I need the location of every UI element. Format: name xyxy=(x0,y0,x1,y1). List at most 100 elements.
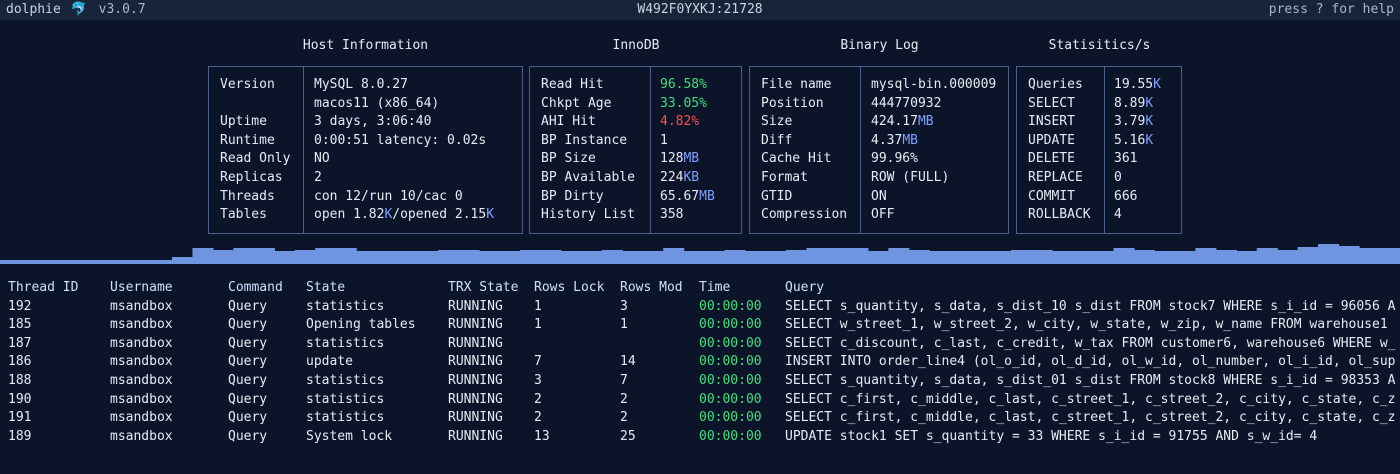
col-username[interactable]: Username xyxy=(110,280,173,295)
innodb-value: 96.58% xyxy=(660,77,707,92)
cell-id: 187 xyxy=(8,335,32,351)
cell-cmd: Query xyxy=(228,428,268,444)
graph-bar xyxy=(438,250,460,264)
graph-bar xyxy=(356,251,378,264)
stats-row: UPDATE 5.16K xyxy=(1017,133,1181,152)
stats-value: 8.89K xyxy=(1114,96,1153,111)
table-body: 192 msandbox Query statistics RUNNING 1 3 00:00… xyxy=(0,299,1400,448)
table-row[interactable]: 189 msandbox Query System lock RUNNING 13 25 00… xyxy=(0,429,1400,448)
innodb-unit: MB xyxy=(683,151,700,167)
table-row[interactable]: 186 msandbox Query update RUNNING 7 14 00:00:00… xyxy=(0,354,1400,373)
binlog-row: Compression OFF xyxy=(750,207,1008,226)
stats-value-text: 3.79 xyxy=(1114,114,1146,130)
innodb-row: BP Size 128MB xyxy=(530,151,741,170)
host-row: macos11 (x86_64) xyxy=(209,96,522,115)
graph-bar xyxy=(622,251,644,264)
col-rows-lock[interactable]: Rows Lock xyxy=(534,280,604,295)
graph-bar xyxy=(847,248,869,264)
table-row[interactable]: 190 msandbox Query statistics RUNNING 2 2 00:00… xyxy=(0,392,1400,411)
binlog-value-text: OFF xyxy=(871,207,895,223)
graph-bar xyxy=(642,251,664,264)
binlog-unit: MB xyxy=(917,114,934,130)
cell-time: 00:00:00 xyxy=(699,298,762,314)
graph-bar xyxy=(233,248,255,264)
innodb-value: 33.05% xyxy=(660,96,707,111)
stats-label: INSERT xyxy=(1028,114,1075,130)
graph-bar xyxy=(1277,250,1299,264)
innodb-row: BP Dirty 65.67MB xyxy=(530,189,741,208)
cell-lock: 1 xyxy=(534,298,542,314)
binlog-value-text: mysql-bin.000009 xyxy=(871,77,997,92)
graph-baseline xyxy=(0,260,172,264)
graph-bar xyxy=(704,251,726,264)
cell-lock: 7 xyxy=(534,354,542,370)
binlog-label: Diff xyxy=(761,132,793,148)
stats-label: Queries xyxy=(1028,77,1083,92)
table-row[interactable]: 191 msandbox Query statistics RUNNING 2 2 00:00… xyxy=(0,410,1400,429)
graph-bar xyxy=(1338,246,1360,264)
cell-trx: RUNNING xyxy=(448,298,503,314)
cell-id: 186 xyxy=(8,354,32,370)
binlog-row: Size 424.17MB xyxy=(750,114,1008,133)
cell-time: 00:00:00 xyxy=(699,335,762,351)
host-row: Version MySQL 8.0.27 xyxy=(209,77,522,96)
help-hint[interactable]: press ? for help xyxy=(1269,2,1394,17)
binlog-value: ON xyxy=(871,189,887,204)
col-time[interactable]: Time xyxy=(699,280,730,295)
innodb-label: BP Available xyxy=(541,169,635,185)
graph-bar xyxy=(683,251,705,264)
host-row: Threads con 12/run 10/cac 0 xyxy=(209,189,522,208)
table-row[interactable]: 187 msandbox Query statistics RUNNING 00:00:0… xyxy=(0,336,1400,355)
table-row[interactable]: 188 msandbox Query statistics RUNNING 3 7 00:00… xyxy=(0,373,1400,392)
cell-user: msandbox xyxy=(110,298,173,314)
col-thread-id[interactable]: Thread ID xyxy=(8,280,78,295)
stats-value-text: 666 xyxy=(1114,188,1138,204)
col-state[interactable]: State xyxy=(306,280,345,295)
graph-bar xyxy=(1031,250,1053,264)
host-label: Runtime xyxy=(220,132,275,148)
graph-bar xyxy=(1154,251,1176,264)
cell-id: 185 xyxy=(8,317,32,333)
host-label: Version xyxy=(220,77,275,92)
host-value: con 12/run 10/cac 0 xyxy=(314,189,463,204)
graph-bar xyxy=(1195,248,1217,264)
cell-id: 190 xyxy=(8,391,32,407)
cell-cmd: Query xyxy=(228,335,268,351)
binlog-title: Binary Log xyxy=(840,38,919,53)
cell-state: statistics xyxy=(306,391,385,407)
graph-bar xyxy=(663,248,685,264)
innodb-value-text: 224 xyxy=(660,169,684,185)
graph-bar xyxy=(315,248,337,264)
top-bar: dolphie 🐬 v3.0.7 W492F0YXKJ:21728 press … xyxy=(0,0,1400,20)
host-value-part: open 1.82 xyxy=(314,207,385,223)
graph-bar xyxy=(172,257,194,264)
graph-bar xyxy=(212,250,234,264)
cell-query: SELECT c_first, c_middle, c_last, c_stre… xyxy=(785,410,1396,426)
cell-query: SELECT c_discount, c_last, c_credit, w_t… xyxy=(785,335,1396,351)
graph-bar xyxy=(499,251,521,264)
cell-state: statistics xyxy=(306,298,385,314)
graph-bar xyxy=(294,250,316,264)
graph-bar xyxy=(335,248,357,264)
cell-lock: 3 xyxy=(534,372,542,388)
col-trx-state[interactable]: TRX State xyxy=(448,280,518,295)
col-query[interactable]: Query xyxy=(785,280,824,295)
innodb-label: BP Size xyxy=(541,151,596,167)
cell-cmd: Query xyxy=(228,298,268,314)
graph-bar xyxy=(745,251,767,264)
binlog-value: 444770932 xyxy=(871,96,941,111)
col-rows-mod[interactable]: Rows Mod xyxy=(620,280,683,295)
binlog-label: Cache Hit xyxy=(761,151,832,167)
cell-trx: RUNNING xyxy=(448,372,503,388)
stats-row: REPLACE 0 xyxy=(1017,170,1181,189)
table-row[interactable]: 185 msandbox Query Opening tables RUNNING 1 1 0… xyxy=(0,317,1400,336)
innodb-value: 224KB xyxy=(660,170,699,185)
cell-state: statistics xyxy=(306,372,385,388)
cell-id: 192 xyxy=(8,298,32,314)
host-info-title: Host Information xyxy=(302,38,429,53)
graph-bar xyxy=(1256,248,1278,264)
col-command[interactable]: Command xyxy=(228,280,283,295)
table-row[interactable]: 192 msandbox Query statistics RUNNING 1 3 00:00… xyxy=(0,299,1400,318)
cell-trx: RUNNING xyxy=(448,391,503,407)
cell-trx: RUNNING xyxy=(448,317,503,333)
